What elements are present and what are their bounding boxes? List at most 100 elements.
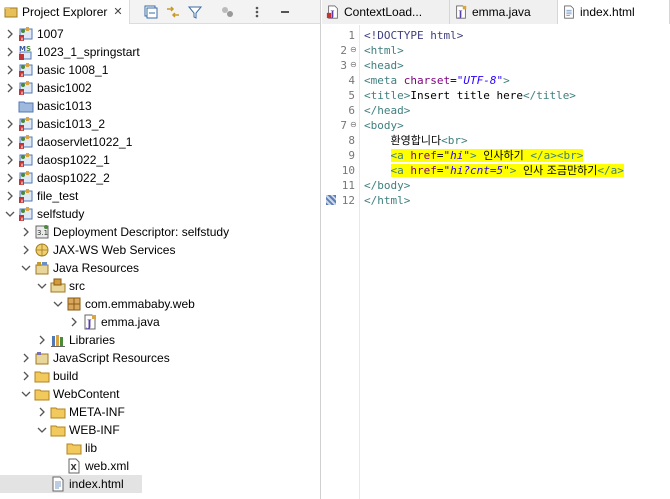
project-explorer-icon	[4, 5, 18, 19]
chevron-right-icon[interactable]	[4, 187, 16, 205]
line-number: 8	[348, 134, 355, 147]
fold-collapse-icon[interactable]: ⊖	[350, 60, 357, 69]
tree-item[interactable]: index.html	[0, 475, 142, 493]
chevron-right-icon[interactable]	[20, 349, 32, 367]
chevron-right-icon[interactable]	[36, 403, 48, 421]
tree-item[interactable]: x daosp1022_2	[0, 169, 320, 187]
tree-item[interactable]: Jemma.java	[0, 313, 320, 331]
code-line[interactable]: </head>	[364, 103, 410, 118]
code-token: =	[450, 74, 457, 87]
tree-item[interactable]: src	[0, 277, 320, 295]
chevron-down-icon[interactable]	[36, 421, 48, 439]
editor-tab[interactable]: index.html	[558, 0, 670, 24]
tree-item-label: lib	[85, 441, 98, 455]
chevron-right-icon[interactable]	[20, 223, 32, 241]
project-explorer-tab[interactable]: Project Explorer ✕	[0, 0, 130, 24]
code-token: <!DOCTYPE html>	[364, 29, 464, 42]
link-with-editor-icon[interactable]	[165, 4, 181, 20]
tree-item[interactable]: x 1007	[0, 25, 320, 43]
tree-item-label: build	[53, 369, 79, 383]
chevron-right-icon[interactable]	[4, 115, 16, 133]
editor-tab[interactable]: J ContextLoad...	[322, 0, 450, 24]
chevron-right-icon[interactable]	[4, 61, 16, 79]
tree-item[interactable]: 3.1 Deployment Descriptor: selfstudy	[0, 223, 320, 241]
tree-item[interactable]: x file_test	[0, 187, 320, 205]
chevron-right-icon[interactable]	[4, 133, 16, 151]
code-line[interactable]: <html>	[364, 43, 404, 58]
chevron-right-icon[interactable]	[20, 367, 32, 385]
tree-item[interactable]: lib	[0, 439, 320, 457]
tree-item[interactable]: M S 1023_1_springstart	[0, 43, 320, 61]
code-line[interactable]: <a href="hi"> 인사하기 </a><br>	[364, 148, 584, 163]
code-line[interactable]: <!DOCTYPE html>	[364, 28, 463, 43]
chevron-down-icon[interactable]	[52, 295, 64, 313]
code-token: <a	[390, 149, 411, 162]
code-editor[interactable]: 1 2 ⊖ 3 ⊖ 4 5 6 7 ⊖ 8 9 10 11 12 <!DOCTYPE html> <html>…	[322, 25, 670, 499]
code-line[interactable]: <title>Insert title here</title>	[364, 88, 576, 103]
line-number: 1	[348, 29, 355, 42]
code-token: >	[470, 149, 477, 162]
focus-icon[interactable]	[219, 4, 235, 20]
minimize-icon[interactable]	[277, 4, 293, 20]
chevron-right-icon[interactable]	[68, 313, 80, 331]
tree-item[interactable]: JAX-WS Web Services	[0, 241, 320, 259]
chevron-right-icon[interactable]	[4, 43, 16, 61]
web-project-icon: x	[18, 116, 34, 132]
chevron-right-icon[interactable]	[4, 79, 16, 97]
tree-item[interactable]: WebContent	[0, 385, 320, 403]
tree-item[interactable]: JavaScript Resources	[0, 349, 320, 367]
chevron-right-icon[interactable]	[4, 151, 16, 169]
code-line[interactable]: <a href="hi?cnt=5"> 인사 조금만하기</a>	[364, 163, 624, 178]
code-token: href	[410, 149, 437, 162]
svg-text:x: x	[21, 37, 24, 43]
chevron-right-icon[interactable]	[20, 241, 32, 259]
code-token: </html>	[364, 194, 411, 207]
tree-item[interactable]: Libraries	[0, 331, 320, 349]
svg-text:x: x	[21, 145, 24, 151]
tree-item[interactable]: x basic 1008_1	[0, 61, 320, 79]
chevron-right-icon[interactable]	[4, 169, 16, 187]
tree-item-label: index.html	[69, 477, 124, 491]
tree-item[interactable]: x basic1002	[0, 79, 320, 97]
code-token: "hi"	[443, 149, 470, 162]
tree-item[interactable]: build	[0, 367, 320, 385]
tree-item-label: daosp1022_1	[37, 153, 110, 167]
chevron-right-icon[interactable]	[4, 25, 16, 43]
tree-item[interactable]: x daosp1022_1	[0, 151, 320, 169]
tree-item-label: file_test	[37, 189, 79, 203]
tree-item[interactable]: x basic1013_2	[0, 115, 320, 133]
code-line[interactable]: 환영합니다<br>	[364, 133, 468, 148]
tree-item[interactable]: Java Resources	[0, 259, 320, 277]
xml-file-icon: X	[66, 458, 82, 474]
chevron-down-icon[interactable]	[20, 385, 32, 403]
code-line[interactable]: <meta charset="UTF-8">	[364, 73, 510, 88]
tree-item-label: WebContent	[53, 387, 120, 401]
chevron-down-icon[interactable]	[36, 277, 48, 295]
close-icon[interactable]: ✕	[113, 5, 122, 18]
code-line[interactable]: </html>	[364, 193, 410, 208]
chevron-right-icon[interactable]	[36, 331, 48, 349]
tree-item[interactable]: WEB-INF	[0, 421, 320, 439]
editor-tab-label: emma.java	[472, 5, 531, 19]
code-token	[516, 164, 523, 177]
fold-collapse-icon[interactable]: ⊖	[350, 45, 357, 54]
tree-item[interactable]: x selfstudy	[0, 205, 320, 223]
tree-item[interactable]: Xweb.xml	[0, 457, 320, 475]
code-line[interactable]: <body>	[364, 118, 404, 133]
tree-item-label: daoservlet1022_1	[37, 135, 133, 149]
svg-text:x: x	[21, 163, 24, 169]
chevron-down-icon[interactable]	[4, 205, 16, 223]
tree-item[interactable]: basic1013	[0, 97, 320, 115]
tree-item-label: basic1013	[37, 99, 92, 113]
tree-item[interactable]: META-INF	[0, 403, 320, 421]
chevron-down-icon[interactable]	[20, 259, 32, 277]
code-line[interactable]: </body>	[364, 178, 410, 193]
tree-item[interactable]: com.emmababy.web	[0, 295, 320, 313]
fold-collapse-icon[interactable]: ⊖	[350, 120, 357, 129]
collapse-all-icon[interactable]	[143, 4, 159, 20]
view-menu-icon[interactable]	[249, 4, 265, 20]
tree-item[interactable]: x daoservlet1022_1	[0, 133, 320, 151]
editor-tab[interactable]: Jemma.java	[450, 0, 558, 24]
code-line[interactable]: <head>	[364, 58, 404, 73]
filter-icon[interactable]	[187, 4, 203, 20]
